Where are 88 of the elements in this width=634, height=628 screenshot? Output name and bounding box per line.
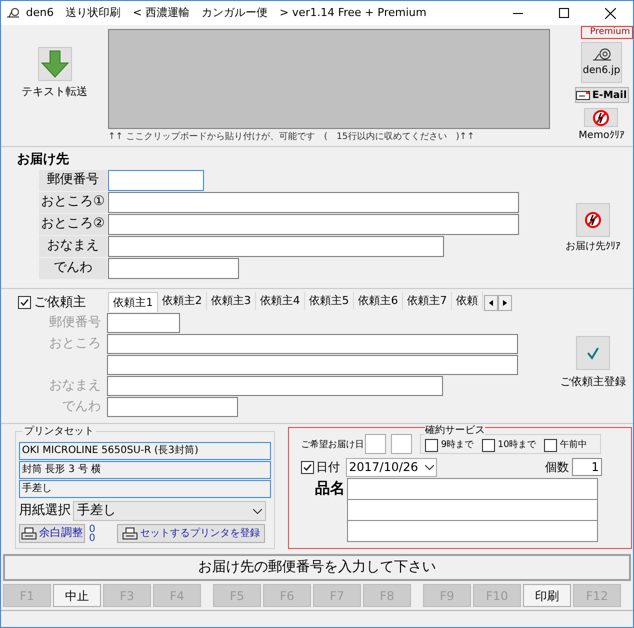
count-label: 個数 — [545, 459, 569, 476]
prohibited-icon — [584, 211, 602, 229]
field-label: おところ② — [39, 214, 107, 234]
input-field[interactable] — [108, 214, 519, 234]
recipient-clear-label: お届け先ｸﾘｱ — [566, 240, 620, 254]
website-button[interactable]: den6.jp — [581, 42, 622, 83]
input-field[interactable] — [107, 354, 518, 375]
count-field[interactable]: 1 — [572, 458, 602, 476]
sender-tab[interactable]: 依頼主1 — [108, 292, 158, 312]
item-name-field[interactable] — [347, 478, 598, 500]
desired-date-label: ご希望お届け日 — [301, 438, 364, 452]
window-title: den6 — [26, 4, 54, 21]
sender-tab[interactable]: 依頼主3 — [207, 292, 256, 310]
date-label: 日付 — [316, 459, 341, 476]
premium-badge: Premium — [581, 26, 633, 39]
sender-checkbox-label: ご依頼主 — [34, 294, 86, 312]
memo-clear-button[interactable] — [584, 108, 618, 127]
memo-clear-label: Memoｸﾘｱ — [578, 129, 624, 143]
input-field[interactable] — [108, 170, 204, 190]
sender-tab[interactable]: 依頼主7 — [403, 292, 452, 310]
service-checkbox[interactable] — [425, 439, 438, 452]
function-key[interactable]: 中止 — [53, 584, 101, 607]
item-name-field[interactable] — [347, 520, 598, 542]
window-title: < 西濃運輸 — [132, 4, 190, 21]
sender-tab[interactable]: 依頼主4 — [256, 292, 305, 310]
date-picker[interactable]: 2017/10/26 — [346, 458, 437, 476]
margin-value: 0 — [89, 524, 96, 534]
chevron-down-icon — [253, 508, 262, 514]
field-label: 郵便番号 — [49, 315, 101, 330]
app-icon — [6, 7, 20, 19]
field-label: おところ — [49, 336, 101, 351]
window-title: > ver1.14 Free + Premium — [279, 4, 426, 21]
field-label: おなまえ — [49, 378, 101, 393]
prohibited-icon — [592, 108, 610, 126]
margin-value: 0 — [89, 534, 96, 542]
clipboard-hint: ↑↑ ここクリップボードから貼り付けが、可能です ( 15行以内に収めてください )↑↑ — [108, 131, 476, 144]
paper-select-label: 用紙選択 — [19, 502, 71, 520]
day-field[interactable] — [391, 434, 412, 454]
input-field[interactable] — [107, 376, 443, 396]
service-checkbox[interactable] — [482, 439, 495, 452]
sender-tab[interactable]: 依頼主5 — [305, 292, 354, 310]
item-name-field[interactable] — [347, 499, 598, 521]
input-field[interactable] — [108, 236, 444, 256]
input-field[interactable] — [107, 334, 518, 354]
window-title: カンガルー便 — [201, 4, 268, 21]
margin-adjust-button[interactable]: 余白調整 — [19, 524, 85, 543]
down-arrow-icon — [40, 49, 70, 79]
input-field[interactable] — [107, 312, 180, 333]
input-field[interactable] — [108, 258, 239, 278]
snail-icon — [592, 48, 612, 62]
sender-register-label: ご依頼主登録 — [560, 374, 626, 390]
service-checkbox[interactable] — [544, 439, 558, 452]
service-group-title: 確約サービス — [425, 426, 485, 436]
field-label: でんわ — [62, 399, 101, 414]
input-field[interactable] — [108, 192, 519, 212]
recipient-heading: お届け先 — [17, 151, 70, 169]
field-label: 郵便番号 — [39, 170, 107, 190]
sender-tab[interactable]: 依頼 — [452, 292, 483, 310]
service-option-label: 9時まで — [441, 438, 474, 452]
window-title: 送り状印刷 — [66, 4, 121, 21]
check-mark-icon — [586, 346, 600, 360]
field-label: おところ① — [39, 192, 107, 212]
chevron-down-icon — [425, 464, 434, 470]
printer-icon — [21, 526, 37, 540]
email-button[interactable]: E-Mail — [574, 87, 628, 103]
input-field[interactable] — [107, 396, 238, 417]
sender-tab[interactable]: 依頼主6 — [354, 292, 403, 310]
service-option-label: 10時まで — [498, 438, 536, 452]
sender-checkbox[interactable] — [18, 296, 31, 309]
envelope-icon — [576, 90, 590, 100]
recipient-clear-button[interactable] — [576, 203, 610, 237]
tab-scroll-right-icon[interactable] — [498, 295, 512, 311]
sender-register-button[interactable] — [576, 336, 610, 370]
month-field[interactable] — [365, 434, 386, 454]
status-message: お届け先の郵便番号を入力して下さい — [3, 554, 631, 581]
date-checkbox[interactable] — [301, 460, 314, 474]
item-name-label: 品名 — [314, 478, 346, 499]
register-printer-button[interactable]: セットするプリンタを登録 — [117, 524, 265, 543]
field-label: おなまえ — [39, 236, 107, 256]
paper-select[interactable]: 手差し — [73, 501, 266, 521]
printer-icon — [122, 526, 138, 540]
sender-tab[interactable]: 依頼主2 — [158, 292, 207, 310]
clipboard-text-area[interactable] — [108, 29, 550, 129]
tab-scroll-left-icon[interactable] — [484, 295, 498, 311]
text-transfer-button[interactable]: テキスト転送 — [22, 47, 88, 100]
field-label: でんわ — [39, 258, 107, 278]
function-key[interactable]: 印刷 — [523, 584, 571, 607]
service-option-label: 午前中 — [560, 438, 588, 452]
